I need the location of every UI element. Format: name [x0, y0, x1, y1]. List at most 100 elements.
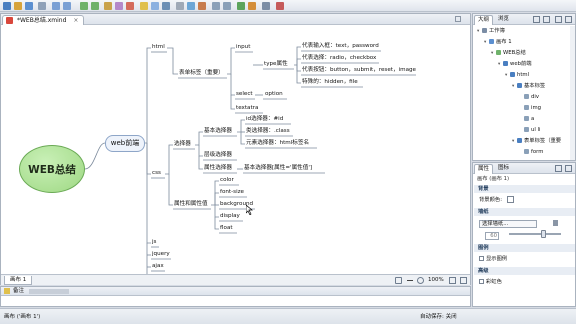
- outline-scrollbar[interactable]: [570, 26, 575, 160]
- filter-icon[interactable]: [395, 277, 402, 284]
- wallpaper-section[interactable]: 墙纸: [474, 208, 575, 216]
- topic-js[interactable]: js: [152, 238, 156, 246]
- outline-item[interactable]: form: [519, 148, 543, 156]
- subtopic-icon[interactable]: [91, 2, 99, 10]
- outline-item[interactable]: ▾ web前端: [498, 60, 532, 69]
- opacity-input[interactable]: 60: [485, 232, 499, 240]
- tab-icons[interactable]: 图标: [495, 164, 512, 174]
- topic-select[interactable]: select: [236, 90, 253, 98]
- wallpaper-select[interactable]: 选择墙纸...: [479, 220, 537, 228]
- mindmap-canvas[interactable]: WEB总结 web前端 html 表单标签（重要） input type属性 代…: [1, 25, 470, 274]
- central-topic[interactable]: WEB总结: [19, 145, 85, 193]
- notes-format-toolbar[interactable]: [29, 289, 69, 294]
- topic-textatra[interactable]: textatra: [236, 104, 258, 112]
- document-tab[interactable]: *WEB总结.xmind ×: [2, 15, 85, 25]
- tab-outline[interactable]: 大纲: [474, 15, 494, 25]
- close-tab-icon[interactable]: ×: [73, 17, 78, 24]
- topic-level-selector[interactable]: 层级选择器: [204, 151, 232, 159]
- topic-option[interactable]: option: [265, 90, 283, 98]
- topic-attr-selector[interactable]: 属性选择器: [204, 164, 232, 172]
- outline-item[interactable]: ul li: [519, 126, 540, 134]
- topic-icon[interactable]: [80, 2, 88, 10]
- minimize-icon[interactable]: [455, 16, 461, 22]
- topic-basic-selector[interactable]: 基本选择器: [204, 127, 232, 135]
- print-icon[interactable]: [38, 2, 46, 10]
- redo-icon[interactable]: [63, 2, 71, 10]
- sheet-tab-1[interactable]: 画布 1: [4, 276, 33, 285]
- collapse-all-icon[interactable]: [533, 16, 540, 23]
- opacity-slider-handle[interactable]: [540, 230, 546, 238]
- topic-props-values[interactable]: 属性和属性值: [174, 200, 208, 208]
- undo-icon[interactable]: [52, 2, 60, 10]
- find-icon[interactable]: [262, 2, 270, 10]
- topic-input-button[interactable]: 代表按钮：button，submit，reset，image: [302, 66, 416, 74]
- drill-up-icon[interactable]: [223, 2, 231, 10]
- zoom-level[interactable]: 100%: [428, 276, 444, 285]
- topic-input-choice[interactable]: 代表选择：radio，checkbox: [302, 54, 376, 62]
- hyperlink-icon[interactable]: [187, 2, 195, 10]
- legend-section[interactable]: 图例: [474, 244, 575, 252]
- advanced-section[interactable]: 高级: [474, 267, 575, 275]
- topic-color[interactable]: color: [220, 176, 234, 184]
- topic-type-attr[interactable]: type属性: [264, 60, 288, 68]
- topic-input[interactable]: input: [236, 43, 250, 51]
- topic-class-selector[interactable]: 类选择器：.class: [246, 127, 290, 135]
- outline-item[interactable]: ▾ 画布 1: [484, 38, 512, 47]
- maximize-props-icon[interactable]: [565, 165, 572, 172]
- topic-float[interactable]: float: [220, 224, 233, 232]
- attachment-icon[interactable]: [198, 2, 206, 10]
- new-file-icon[interactable]: [3, 2, 11, 10]
- outline-item[interactable]: div: [519, 93, 539, 101]
- marker-icon[interactable]: [140, 2, 148, 10]
- maximize-panel-icon[interactable]: [565, 16, 572, 23]
- open-folder-icon[interactable]: [14, 2, 22, 10]
- outline-item[interactable]: ▾ html: [505, 71, 529, 80]
- minimize-panel-icon[interactable]: [555, 16, 562, 23]
- more-options-icon[interactable]: [460, 277, 467, 284]
- topic-id-selector[interactable]: id选择器：#id: [246, 115, 283, 123]
- zoom-out-icon[interactable]: [407, 280, 413, 281]
- opacity-slider[interactable]: [508, 230, 561, 238]
- zoom-in-icon[interactable]: [417, 277, 424, 284]
- background-color-swatch[interactable]: [506, 196, 514, 203]
- topic-input-text[interactable]: 代表输入框：text，password: [302, 42, 379, 50]
- relationship-icon[interactable]: [104, 2, 112, 10]
- topic-jquery[interactable]: jquery: [152, 250, 170, 258]
- outline-item[interactable]: a: [519, 115, 534, 123]
- label-icon[interactable]: [162, 2, 170, 10]
- drill-down-icon[interactable]: [212, 2, 220, 10]
- outline-item[interactable]: ▾ WEB总结: [491, 49, 526, 58]
- topic-display[interactable]: display: [220, 212, 240, 220]
- note-icon[interactable]: [176, 2, 184, 10]
- notes-tab[interactable]: 备注: [13, 287, 24, 296]
- summary-icon[interactable]: [126, 2, 134, 10]
- topic-form-tags[interactable]: 表单标签（重要）: [179, 69, 224, 77]
- topic-element-selector[interactable]: 元素选择器：html标签名: [246, 139, 309, 147]
- topic-selector[interactable]: 选择器: [174, 140, 191, 148]
- outline-item[interactable]: ▾ 工作簿: [477, 27, 505, 36]
- minimize-props-icon[interactable]: [555, 165, 562, 172]
- boundary-icon[interactable]: [115, 2, 123, 10]
- outline-item[interactable]: ▾ 基本标签: [512, 82, 545, 91]
- topic-attr-selector-detail[interactable]: 基本选择器[属性='属性值']: [244, 164, 312, 172]
- background-section[interactable]: 背景: [474, 185, 575, 193]
- view-menu-icon[interactable]: [543, 16, 550, 23]
- outline-item[interactable]: img: [519, 104, 541, 112]
- topic-ajax[interactable]: ajax: [152, 262, 164, 270]
- rainbow-checkbox[interactable]: [479, 279, 484, 284]
- outline-item[interactable]: ▾ 表单标签（重要: [512, 137, 561, 146]
- presentation-icon[interactable]: [276, 2, 284, 10]
- delete-wallpaper-icon[interactable]: [552, 220, 558, 226]
- topic-font-size[interactable]: font-size: [220, 188, 244, 196]
- fit-map-icon[interactable]: [449, 277, 456, 284]
- topic-css[interactable]: css: [152, 169, 161, 177]
- tab-properties[interactable]: 属性: [474, 164, 494, 174]
- image-icon[interactable]: [151, 2, 159, 10]
- show-legend-checkbox[interactable]: [479, 256, 484, 261]
- topic-html[interactable]: html: [152, 43, 165, 51]
- tab-browse[interactable]: 浏览: [495, 15, 512, 25]
- topic-input-special[interactable]: 特殊的：hidden，file: [302, 78, 358, 86]
- save-icon[interactable]: [25, 2, 33, 10]
- share-icon[interactable]: [248, 2, 256, 10]
- export-icon[interactable]: [237, 2, 245, 10]
